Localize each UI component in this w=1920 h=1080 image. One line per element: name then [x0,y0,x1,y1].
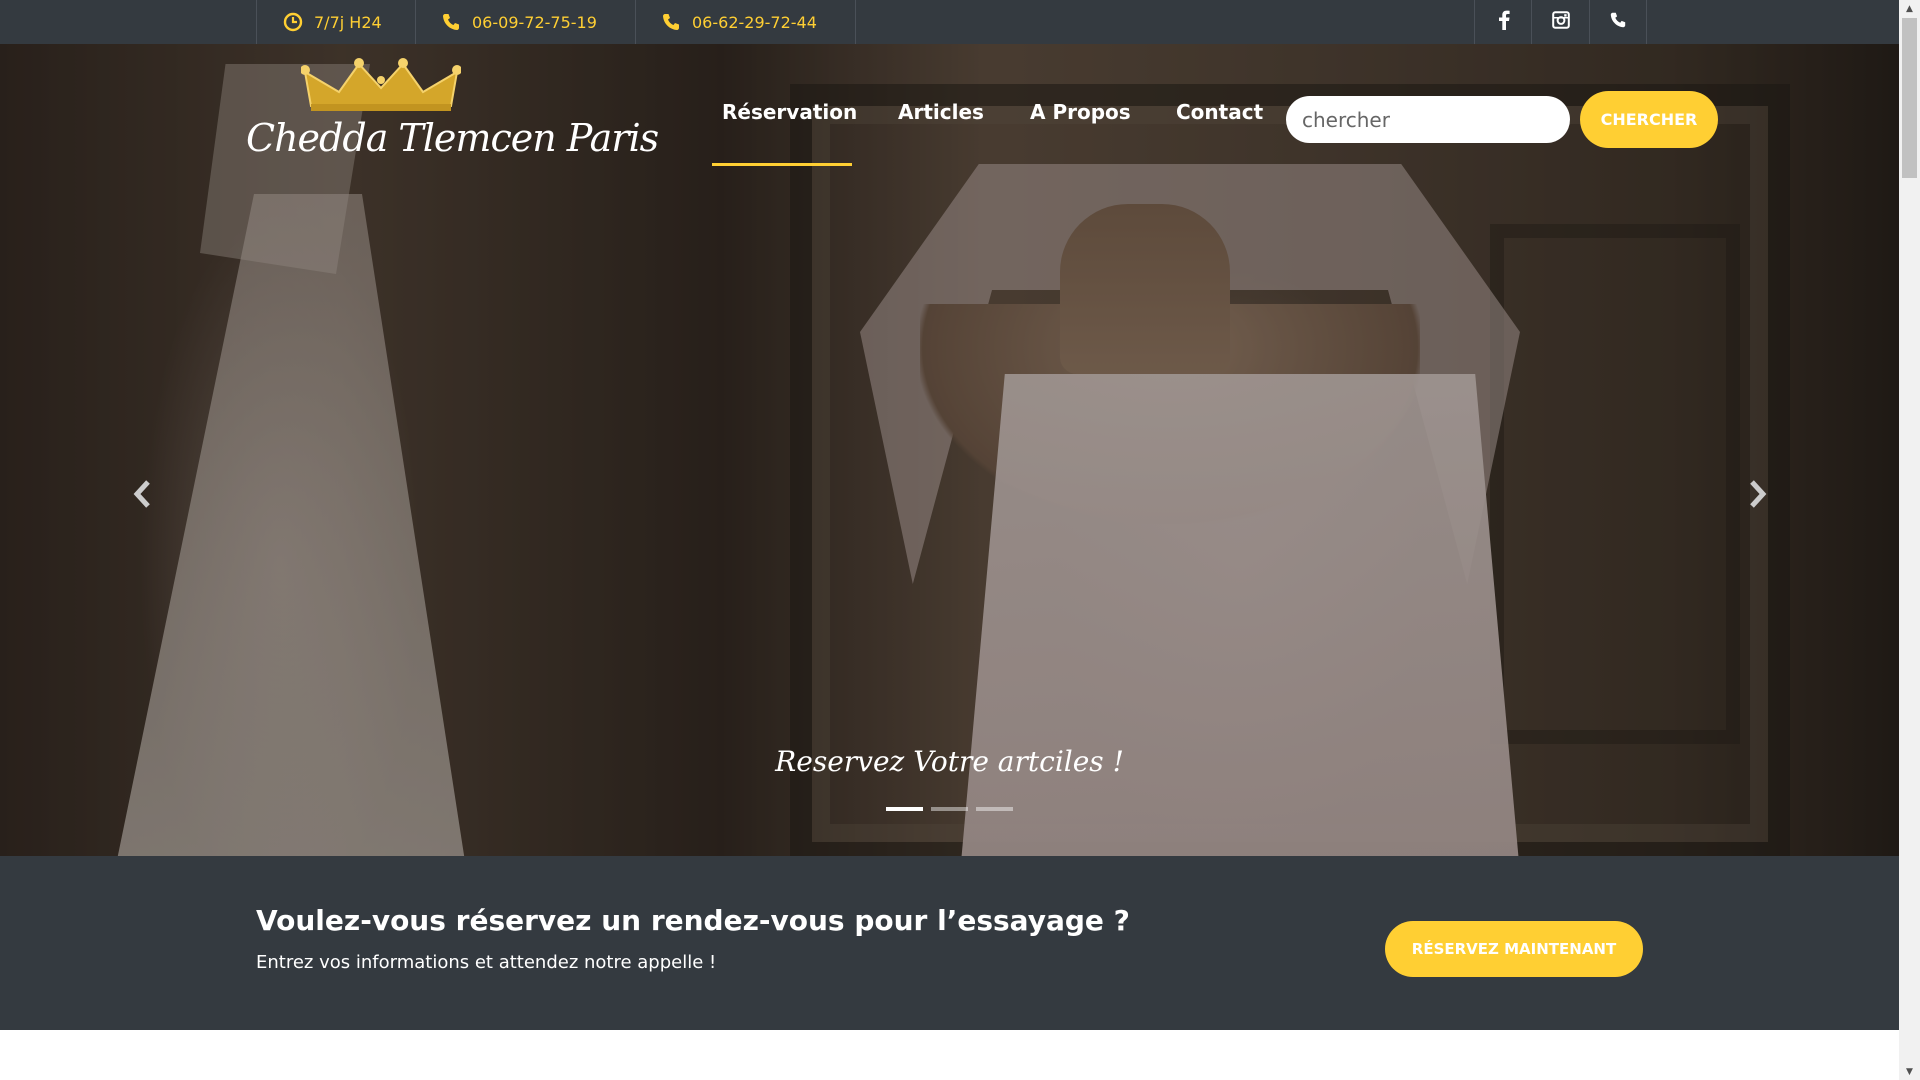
page-scrollbar[interactable]: ▲ ▼ [1899,0,1920,1080]
nav-item-reservation[interactable]: Réservation [722,100,857,124]
scroll-down-arrow[interactable]: ▼ [1899,1063,1920,1080]
carousel-indicator[interactable] [931,807,968,811]
scroll-up-arrow[interactable]: ▲ [1899,0,1920,17]
book-now-button[interactable]: RÉSERVEZ MAINTENANT [1385,921,1643,977]
top-info-bar: 7/7j H24 06-09-72-75-19 06-62-29-72-44 [0,0,1899,44]
search-input[interactable] [1286,96,1570,143]
cta-subtitle: Entrez vos informations et attendez notr… [256,952,717,973]
crown-icon [300,58,462,118]
carousel-indicator[interactable] [886,807,923,811]
opening-hours: 7/7j H24 [256,0,416,44]
instagram-link[interactable] [1531,0,1589,44]
opening-hours-text: 7/7j H24 [314,12,382,32]
nav-item-contact[interactable]: Contact [1176,100,1263,124]
appointment-cta-band: Voulez-vous réservez un rendez-vous pour… [0,856,1899,1030]
phone-icon [1609,11,1627,33]
search-button[interactable]: CHERCHER [1580,91,1718,148]
carousel-caption: Reservez Votre artciles ! [775,745,1124,778]
phone-number-2-text: 06-62-29-72-44 [692,12,817,32]
clock-icon [282,11,304,33]
logo-wordmark: Chedda Tlemcen Paris [246,116,659,160]
carousel-indicators [886,807,1013,811]
call-link[interactable] [1589,0,1647,44]
facebook-icon [1498,10,1510,34]
phone-icon [660,11,682,33]
carousel-prev-button[interactable] [128,476,158,516]
cta-title: Voulez-vous réservez un rendez-vous pour… [256,904,1130,937]
phone-icon [440,11,462,33]
carousel-indicator[interactable] [976,807,1013,811]
nav-item-a-propos[interactable]: A Propos [1030,100,1131,124]
phone-number-1[interactable]: 06-09-72-75-19 [415,0,636,44]
scrollbar-thumb[interactable] [1902,18,1917,178]
chevron-right-icon [1747,479,1767,513]
phone-number-1-text: 06-09-72-75-19 [472,12,597,32]
site-logo[interactable]: Chedda Tlemcen Paris [246,56,659,176]
phone-number-2[interactable]: 06-62-29-72-44 [635,0,856,44]
facebook-link[interactable] [1474,0,1532,44]
instagram-icon [1551,11,1570,33]
nav-item-articles[interactable]: Articles [898,100,984,124]
carousel-next-button[interactable] [1742,476,1772,516]
chevron-left-icon [133,479,153,513]
active-nav-indicator [712,163,852,166]
